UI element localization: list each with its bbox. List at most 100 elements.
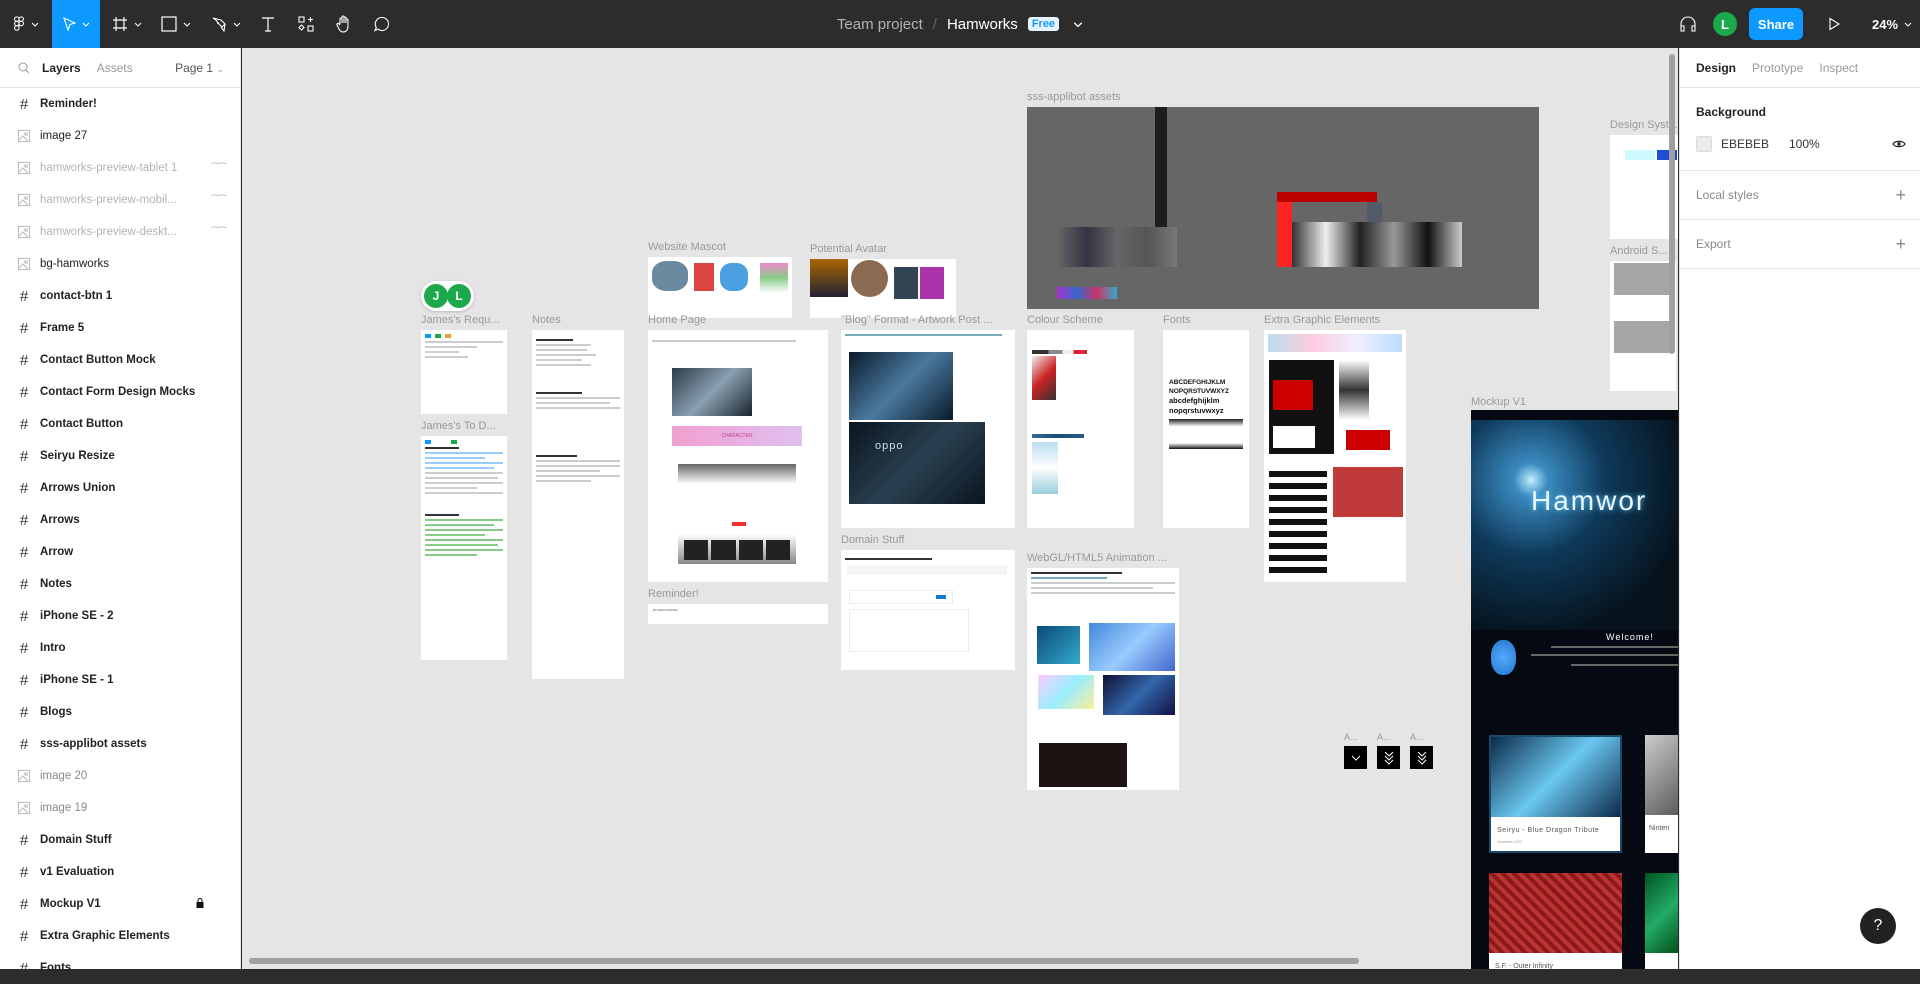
frame-website-mascot[interactable] <box>648 257 792 318</box>
frame-domain-stuff[interactable] <box>841 550 1015 670</box>
frame-extra-graphic-elements[interactable] <box>1264 330 1406 582</box>
breadcrumb-team[interactable]: Team project <box>837 16 923 33</box>
page-selector[interactable]: Page 1 ⌄ <box>175 61 224 75</box>
frame-design-system[interactable] <box>1610 135 1678 239</box>
lock-icon[interactable] <box>196 897 204 911</box>
plus-icon[interactable]: + <box>1895 234 1906 255</box>
frame-label[interactable]: sss-applibot assets <box>1027 91 1121 103</box>
project-card[interactable]: Seiryu - Blue Dragon Tribute November 20… <box>1489 735 1622 853</box>
plus-icon[interactable]: + <box>1895 185 1906 206</box>
layer-item[interactable]: # v1 Evaluation <box>0 856 240 888</box>
layer-item[interactable]: image 27 <box>0 120 240 152</box>
audio-button[interactable] <box>1674 0 1702 48</box>
layer-item[interactable]: # Seiryu Resize <box>0 440 240 472</box>
move-tool-button[interactable] <box>52 0 100 48</box>
layer-item[interactable]: # sss-applibot assets <box>0 728 240 760</box>
layer-item[interactable]: bg-hamworks <box>0 248 240 280</box>
tab-assets[interactable]: Assets <box>97 61 133 75</box>
background-color-swatch[interactable] <box>1696 136 1712 152</box>
help-button[interactable]: ? <box>1860 908 1896 944</box>
frame-label[interactable]: Home Page <box>648 314 706 326</box>
main-menu-button[interactable] <box>0 0 52 48</box>
frame-label[interactable]: Design Syste... <box>1610 119 1678 131</box>
frame-label[interactable]: Extra Graphic Elements <box>1264 314 1380 326</box>
collaborator-avatar[interactable]: J <box>424 284 448 308</box>
layer-item[interactable]: # Intro <box>0 632 240 664</box>
frame-mockup-v1[interactable]: Hamwor Welcome! Seiryu - Blue Dragon Tri… <box>1471 410 1678 969</box>
layer-item[interactable]: # Notes <box>0 568 240 600</box>
layer-item[interactable]: # iPhone SE - 1 <box>0 664 240 696</box>
frame-label[interactable]: WebGL/HTML5 Animation ... <box>1027 552 1167 564</box>
frame-reminder[interactable]: pruuuuunuuts <box>648 604 828 624</box>
project-card[interactable]: S.F. - Outer Infinity <box>1489 873 1622 969</box>
layer-item[interactable]: # Domain Stuff <box>0 824 240 856</box>
arrows-frame[interactable] <box>1377 746 1400 769</box>
zoom-dropdown[interactable]: 24% <box>1872 0 1912 48</box>
frame-label[interactable]: Fonts <box>1163 314 1191 326</box>
layer-item[interactable]: # Contact Button <box>0 408 240 440</box>
layer-item[interactable]: # Extra Graphic Elements <box>0 920 240 952</box>
vertical-scrollbar[interactable] <box>1669 54 1675 354</box>
frame-potential-avatar[interactable] <box>810 259 956 318</box>
frame-sss-applibot-assets[interactable] <box>1027 107 1539 309</box>
layer-item[interactable]: # Reminder! <box>0 88 240 120</box>
frame-fonts[interactable]: ABCDEFGHIJKLM NOPQRSTUVWXYZ abcdefghijkl… <box>1163 330 1249 528</box>
layer-item[interactable]: # Arrows Union <box>0 472 240 504</box>
eye-closed-icon[interactable]: ⁀⁀ <box>212 163 226 174</box>
chevron-down-icon[interactable] <box>1073 19 1083 29</box>
text-tool-button[interactable] <box>252 0 284 48</box>
project-card[interactable]: Ninten <box>1645 735 1678 853</box>
layer-item[interactable]: # Fonts <box>0 952 240 984</box>
frame-blog-format[interactable]: oppo <box>841 330 1015 528</box>
frame-label[interactable]: Mockup V1 <box>1471 396 1526 408</box>
frame-label[interactable]: Colour Scheme <box>1027 314 1103 326</box>
layer-item[interactable]: # Contact Button Mock <box>0 344 240 376</box>
tab-prototype[interactable]: Prototype <box>1752 61 1803 75</box>
comment-tool-button[interactable] <box>366 0 398 48</box>
horizontal-scrollbar[interactable] <box>249 958 1359 964</box>
frame-label[interactable]: Reminder! <box>648 588 699 600</box>
tab-layers[interactable]: Layers <box>42 61 81 75</box>
file-name[interactable]: Hamworks <box>947 16 1018 33</box>
tab-design[interactable]: Design <box>1696 61 1736 75</box>
layer-item[interactable]: # Arrow <box>0 536 240 568</box>
frame-label[interactable]: Potential Avatar <box>810 243 887 255</box>
frame-label[interactable]: James's Requ... <box>421 314 500 326</box>
frame-tool-button[interactable] <box>106 0 148 48</box>
frame-james-requests[interactable] <box>421 330 507 414</box>
hand-tool-button[interactable] <box>328 0 360 48</box>
frame-label[interactable]: Domain Stuff <box>841 534 904 546</box>
frame-colour-scheme[interactable] <box>1027 330 1134 528</box>
present-button[interactable] <box>1820 0 1848 48</box>
layer-item[interactable]: # Mockup V1 <box>0 888 240 920</box>
layer-item[interactable]: image 20 <box>0 760 240 792</box>
resources-tool-button[interactable] <box>290 0 322 48</box>
eye-icon[interactable] <box>1892 139 1906 149</box>
frame-label[interactable]: A... <box>1410 732 1424 742</box>
frame-label[interactable]: James's To D... <box>421 420 496 432</box>
frame-label[interactable]: A... <box>1377 732 1391 742</box>
eye-closed-icon[interactable]: ⁀⁀ <box>212 227 226 238</box>
frame-james-todo[interactable] <box>421 436 507 660</box>
layer-item[interactable]: # Arrows <box>0 504 240 536</box>
frame-label[interactable]: A... <box>1344 732 1358 742</box>
arrow-frame[interactable] <box>1344 746 1367 769</box>
frame-webgl-animation[interactable] <box>1027 568 1179 790</box>
shape-tool-button[interactable] <box>155 0 197 48</box>
layer-item[interactable]: hamworks-preview-tablet 1 ⁀⁀ <box>0 152 240 184</box>
tab-inspect[interactable]: Inspect <box>1819 61 1858 75</box>
user-avatar[interactable]: L <box>1713 12 1737 36</box>
layer-item[interactable]: hamworks-preview-mobil... ⁀⁀ <box>0 184 240 216</box>
layer-item[interactable]: image 19 <box>0 792 240 824</box>
layer-item[interactable]: hamworks-preview-deskt... ⁀⁀ <box>0 216 240 248</box>
pen-tool-button[interactable] <box>205 0 247 48</box>
frame-home-page[interactable]: CHARACTER <box>648 330 828 582</box>
search-icon[interactable] <box>18 62 30 74</box>
background-hex-input[interactable]: EBEBEB <box>1721 137 1789 151</box>
frame-label[interactable]: Notes <box>532 314 561 326</box>
share-button[interactable]: Share <box>1749 8 1803 40</box>
layer-item[interactable]: # Blogs <box>0 696 240 728</box>
canvas[interactable]: sss-applibot assets Design Syste... Andr… <box>242 48 1678 969</box>
frame-android[interactable] <box>1610 261 1676 391</box>
background-opacity-input[interactable]: 100% <box>1789 137 1820 151</box>
